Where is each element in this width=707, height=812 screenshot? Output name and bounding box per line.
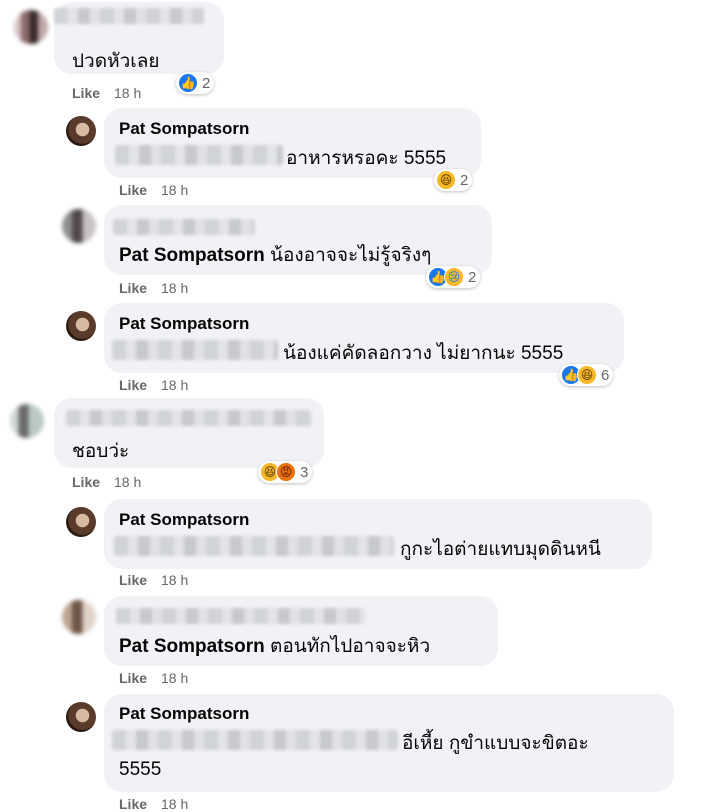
reactions[interactable]: 😆 2 <box>434 169 473 191</box>
like-icon: 👍 <box>178 73 198 93</box>
haha-icon: 😆 <box>436 170 456 190</box>
avatar[interactable] <box>62 209 96 243</box>
like-link[interactable]: Like <box>119 182 147 198</box>
reaction-count: 2 <box>468 268 477 286</box>
like-link[interactable]: Like <box>119 377 147 393</box>
comment-text: ชอบว่ะ <box>72 441 130 462</box>
reaction-count: 2 <box>202 74 211 92</box>
avatar[interactable] <box>66 311 96 341</box>
comment-meta: Like 18 h <box>72 85 141 101</box>
reactions[interactable]: 👍 😆 6 <box>559 364 614 386</box>
comment-text: Pat Sompatsorn ตอนทักไปอาจจะหิว <box>119 631 430 661</box>
author-name[interactable]: Pat Sompatsorn <box>119 119 249 139</box>
avatar[interactable] <box>14 10 48 44</box>
blurred-author-name <box>116 608 366 624</box>
avatar[interactable] <box>62 600 96 634</box>
timestamp[interactable]: 18 h <box>114 85 141 101</box>
blurred-text <box>112 730 398 750</box>
reply: Pat Sompatsorn อีเหี้ย กูขำแบบจะขิตอะ 55… <box>0 694 707 812</box>
timestamp[interactable]: 18 h <box>114 474 141 490</box>
comment-meta: Like 18 h <box>72 474 141 490</box>
timestamp[interactable]: 18 h <box>161 182 188 198</box>
blurred-author-name <box>113 219 255 235</box>
author-name[interactable]: Pat Sompatsorn <box>119 704 249 724</box>
tagged-user[interactable]: Pat Sompatsorn <box>119 636 265 657</box>
avatar[interactable] <box>66 507 96 537</box>
comment-text-line2: 5555 <box>119 759 162 780</box>
comment-text: กูกะไอต่ายแทบมุดดินหนี <box>400 539 601 560</box>
reaction-count: 6 <box>601 366 610 384</box>
comment-meta: Like 18 h <box>119 572 188 588</box>
comment-text: ปวดหัวเลย <box>72 51 160 72</box>
like-link[interactable]: Like <box>119 796 147 812</box>
avatar[interactable] <box>66 116 96 146</box>
like-link[interactable]: Like <box>119 572 147 588</box>
like-link[interactable]: Like <box>72 85 100 101</box>
comment-meta: Like 18 h <box>119 796 188 812</box>
comment-text: อาหารหรอคะ 5555 <box>286 148 447 169</box>
comment-meta: Like 18 h <box>119 377 188 393</box>
reply: Pat Sompatsorn ตอนทักไปอาจจะหิว Like 18 h <box>0 596 707 688</box>
timestamp[interactable]: 18 h <box>161 670 188 686</box>
reactions[interactable]: 👍 2 <box>176 72 215 94</box>
reaction-count: 2 <box>460 171 469 189</box>
author-name[interactable]: Pat Sompatsorn <box>119 510 249 530</box>
reply: Pat Sompatsorn กูกะไอต่ายแทบมุดดินหนี Li… <box>0 499 707 591</box>
comment-meta: Like 18 h <box>119 182 188 198</box>
author-name[interactable]: Pat Sompatsorn <box>119 314 249 334</box>
comment-meta: Like 18 h <box>119 670 188 686</box>
like-link[interactable]: Like <box>119 280 147 296</box>
like-link[interactable]: Like <box>119 670 147 686</box>
avatar[interactable] <box>10 404 44 438</box>
timestamp[interactable]: 18 h <box>161 572 188 588</box>
tagged-user[interactable]: Pat Sompatsorn <box>119 245 265 266</box>
comment-body: น้องอาจจะไม่รู้จริงๆ <box>269 245 432 266</box>
reactions[interactable]: 😆 😡 3 <box>258 461 313 483</box>
comment: ปวดหัวเลย 👍 2 Like 18 h <box>0 0 707 105</box>
avatar[interactable] <box>66 702 96 732</box>
reply: Pat Sompatsorn น้องอาจจะไม่รู้จริงๆ 👍 😢 … <box>0 205 707 297</box>
timestamp[interactable]: 18 h <box>161 796 188 812</box>
like-link[interactable]: Like <box>72 474 100 490</box>
reply: Pat Sompatsorn น้องแค่คัดลอกวาง ไม่ยากนะ… <box>0 303 707 395</box>
comment-text: น้องแค่คัดลอกวาง ไม่ยากนะ 5555 <box>283 343 564 364</box>
angry-icon: 😡 <box>276 462 296 482</box>
comment: ชอบว่ะ 😆 😡 3 Like 18 h <box>0 398 707 493</box>
reply: Pat Sompatsorn อาหารหรอคะ 5555 😆 2 Like 1… <box>0 108 707 200</box>
blurred-text <box>112 340 278 360</box>
blurred-text <box>114 536 394 556</box>
reactions[interactable]: 👍 😢 2 <box>426 266 481 288</box>
comment-text-line1: อีเหี้ย กูขำแบบจะขิตอะ <box>402 733 589 754</box>
comment-text: Pat Sompatsorn น้องอาจจะไม่รู้จริงๆ <box>119 240 431 270</box>
sad-icon: 😢 <box>444 267 464 287</box>
timestamp[interactable]: 18 h <box>161 280 188 296</box>
reaction-count: 3 <box>300 463 309 481</box>
timestamp[interactable]: 18 h <box>161 377 188 393</box>
haha-icon: 😆 <box>577 365 597 385</box>
blurred-text <box>115 145 283 165</box>
blurred-author-name <box>54 8 204 24</box>
comment-meta: Like 18 h <box>119 280 188 296</box>
blurred-author-name <box>66 410 312 426</box>
comment-body: ตอนทักไปอาจจะหิว <box>269 636 431 657</box>
